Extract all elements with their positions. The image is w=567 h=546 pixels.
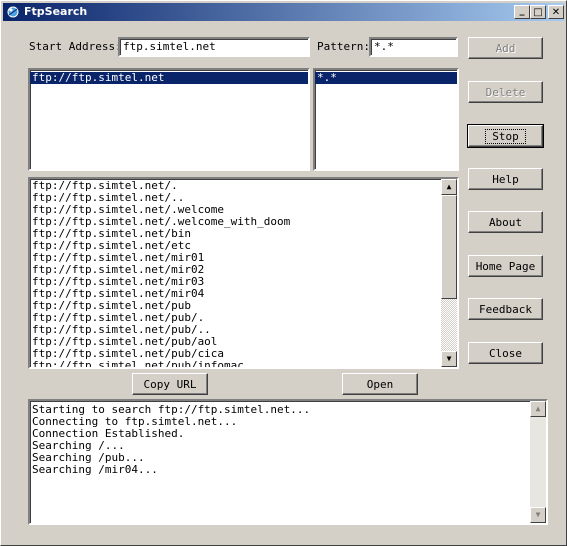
- about-button[interactable]: About: [468, 211, 543, 233]
- minimize-icon: _: [519, 4, 525, 16]
- log-scrollbar[interactable]: ▲ ▼: [530, 401, 546, 523]
- pattern-input[interactable]: *.*: [369, 37, 458, 57]
- pattern-list-item[interactable]: *.*: [315, 72, 457, 84]
- start-address-input[interactable]: ftp.simtel.net: [118, 37, 310, 57]
- maximize-button[interactable]: □: [530, 5, 546, 19]
- scroll-track[interactable]: [441, 299, 457, 351]
- minimize-button[interactable]: _: [514, 5, 530, 19]
- title-bar[interactable]: FtpSearch _ □ ✕: [3, 3, 564, 21]
- start-address-label: Start Address:: [29, 40, 122, 53]
- close-icon: ✕: [551, 6, 561, 18]
- maximize-icon: □: [533, 6, 543, 18]
- stop-button-label: Stop: [485, 128, 526, 144]
- feedback-button[interactable]: Feedback: [468, 298, 543, 320]
- scroll-down-button[interactable]: ▼: [441, 351, 457, 367]
- up-arrow-icon: ▲: [535, 404, 541, 413]
- close-window-button[interactable]: ✕: [548, 5, 564, 19]
- scroll-thumb[interactable]: [441, 195, 457, 299]
- down-arrow-icon: ▼: [535, 510, 541, 519]
- log-scroll-up-button[interactable]: ▲: [530, 401, 546, 417]
- down-arrow-icon: ▼: [446, 354, 452, 363]
- window-title: FtpSearch: [24, 5, 88, 18]
- log-output[interactable]: Starting to search ftp://ftp.simtel.net.…: [28, 399, 548, 525]
- scroll-up-button[interactable]: ▲: [441, 179, 457, 195]
- log-scroll-track: [530, 417, 546, 507]
- address-list[interactable]: ftp://ftp.simtel.net: [28, 68, 310, 171]
- add-button[interactable]: Add: [468, 37, 543, 59]
- results-list[interactable]: ftp://ftp.simtel.net/. ftp://ftp.simtel.n…: [28, 177, 459, 369]
- pattern-list[interactable]: *.*: [313, 68, 459, 171]
- copy-url-button[interactable]: Copy URL: [132, 373, 208, 395]
- log-line: Searching /mir04...: [32, 463, 158, 476]
- log-scroll-down-button[interactable]: ▼: [530, 507, 546, 523]
- help-button[interactable]: Help: [468, 168, 543, 190]
- home-page-button[interactable]: Home Page: [468, 255, 543, 277]
- open-button[interactable]: Open: [342, 373, 418, 395]
- close-button[interactable]: Close: [468, 342, 543, 364]
- result-list-item[interactable]: ftp://ftp.simtel.net/pub/infomac: [30, 360, 440, 368]
- ftpsearch-window: FtpSearch _ □ ✕ Start Address: ftp.simte…: [0, 0, 567, 546]
- results-scrollbar[interactable]: ▲ ▼: [441, 179, 457, 367]
- address-list-item[interactable]: ftp://ftp.simtel.net: [30, 72, 308, 84]
- up-arrow-icon: ▲: [446, 182, 452, 191]
- pattern-label: Pattern:: [317, 40, 370, 53]
- stop-button[interactable]: Stop: [467, 124, 544, 148]
- delete-button[interactable]: Delete: [468, 81, 543, 103]
- app-icon: [7, 6, 19, 18]
